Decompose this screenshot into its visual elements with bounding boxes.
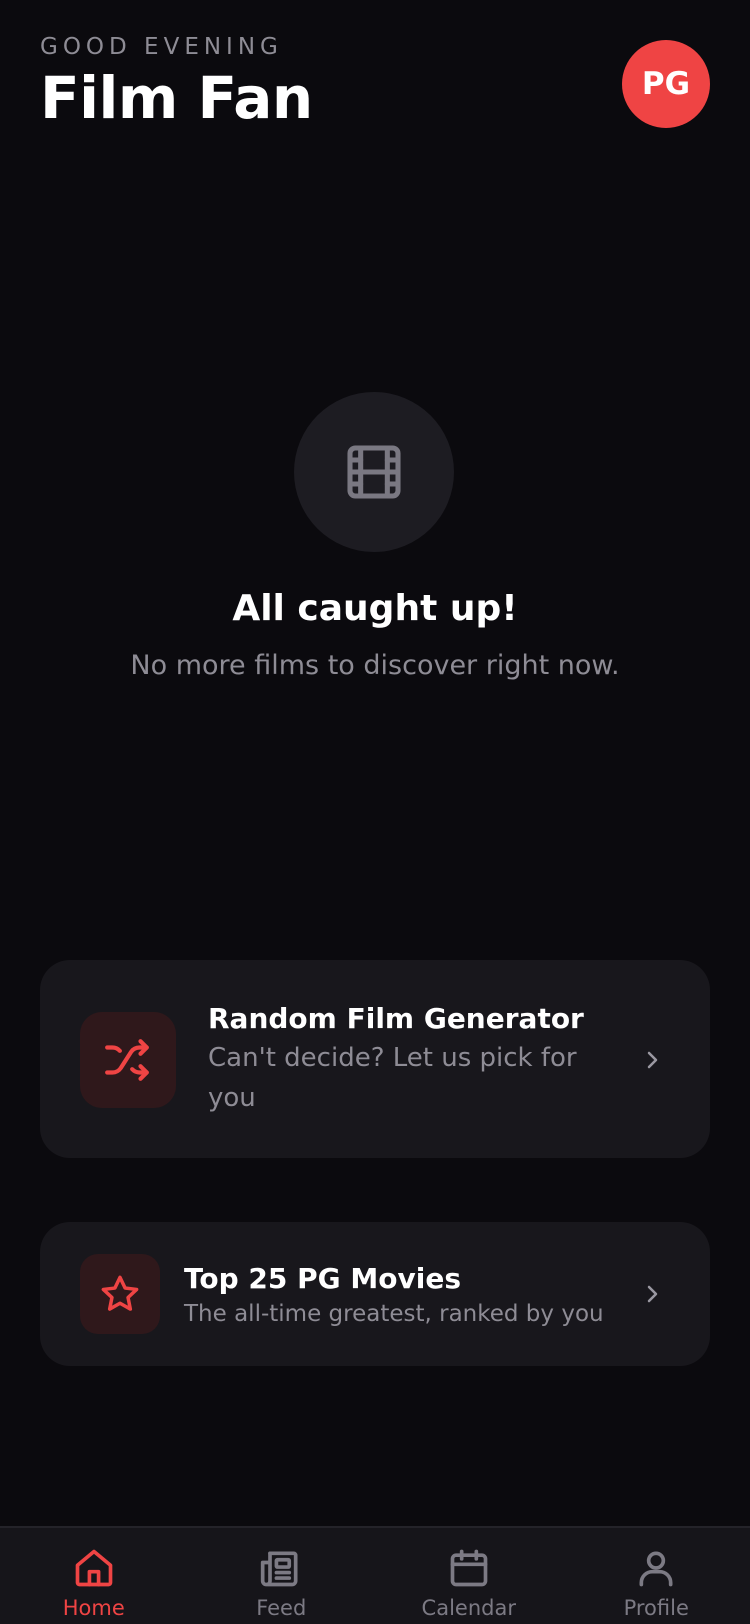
chevron-right-icon xyxy=(647,1051,658,1069)
card-title: Random Film Generator xyxy=(208,1002,584,1035)
empty-state-subtitle: No more films to discover right now. xyxy=(130,650,620,681)
greeting-label: GOOD EVENING xyxy=(40,34,283,60)
shuffle-icon xyxy=(105,1039,149,1081)
calendar-icon xyxy=(450,1549,488,1587)
tab-label: Home xyxy=(62,1596,125,1620)
card-subtitle: The all-time greatest, ranked by you xyxy=(184,1301,604,1327)
card-icon-tile xyxy=(80,1254,160,1334)
card-text: Random Film Generator Can't decide? Let … xyxy=(208,1000,598,1118)
tab-calendar[interactable]: Calendar xyxy=(375,1528,563,1624)
page-title: Film Fan xyxy=(40,64,313,132)
chevron-right-icon xyxy=(647,1285,658,1303)
tab-home[interactable]: Home xyxy=(0,1528,188,1624)
tab-label: Profile xyxy=(623,1596,689,1620)
home-icon xyxy=(75,1549,113,1587)
user-icon xyxy=(639,1551,673,1587)
home-screen: GOOD EVENING Film Fan PG All caught up! … xyxy=(0,0,750,1624)
tab-feed[interactable]: Feed xyxy=(188,1528,376,1624)
film-icon xyxy=(347,445,401,499)
tab-label: Calendar xyxy=(421,1596,516,1620)
newspaper-icon xyxy=(261,1551,298,1587)
tab-label: Feed xyxy=(256,1596,307,1620)
card-text: Top 25 PG Movies The all-time greatest, … xyxy=(184,1260,624,1330)
top-25-pg-movies-card[interactable]: Top 25 PG Movies The all-time greatest, … xyxy=(40,1222,710,1366)
tab-profile[interactable]: Profile xyxy=(563,1528,750,1624)
card-title: Top 25 PG Movies xyxy=(184,1262,461,1295)
empty-state-title: All caught up! xyxy=(232,588,518,629)
card-icon-tile xyxy=(80,1012,176,1108)
empty-state-icon-circle xyxy=(294,392,454,552)
avatar[interactable]: PG xyxy=(622,40,710,128)
bottom-tab-bar: Home Feed Calendar Profile xyxy=(0,1526,750,1624)
card-subtitle: Can't decide? Let us pick for you xyxy=(208,1043,577,1113)
random-film-generator-card[interactable]: Random Film Generator Can't decide? Let … xyxy=(40,960,710,1158)
star-icon xyxy=(101,1275,139,1311)
